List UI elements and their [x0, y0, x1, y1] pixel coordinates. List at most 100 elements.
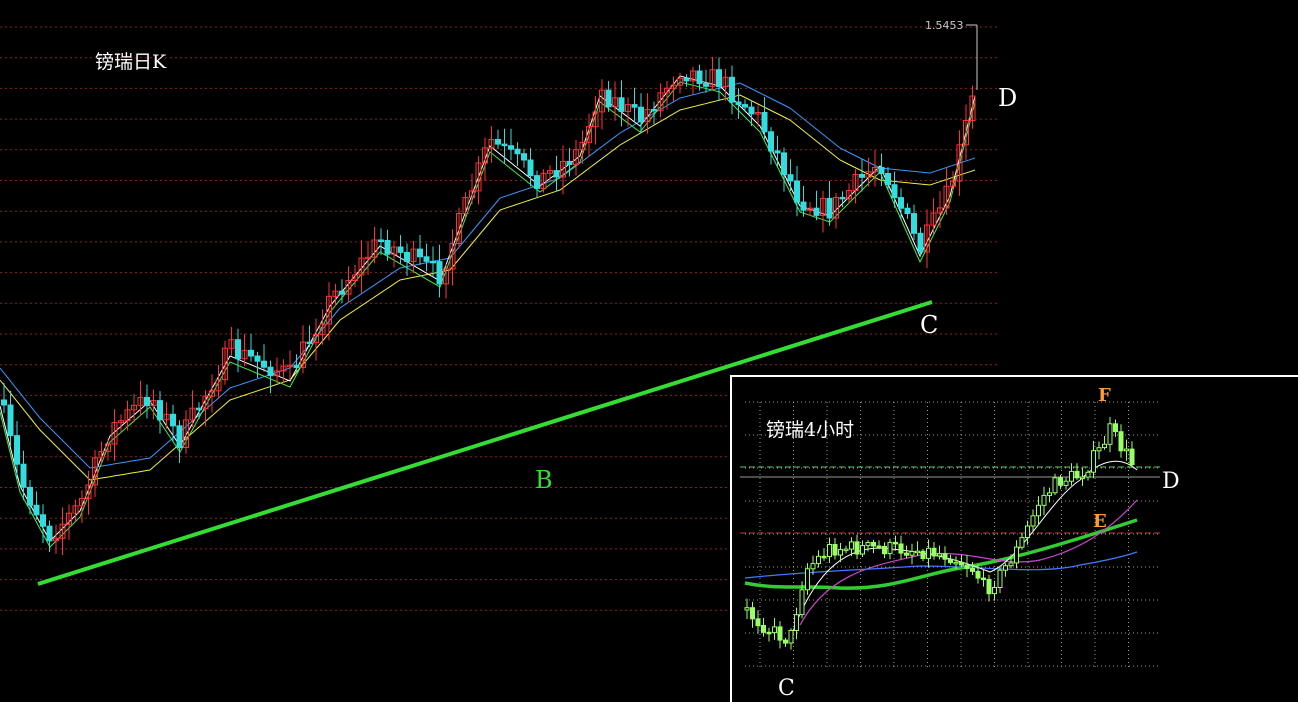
inset-label-F: F	[1098, 385, 1111, 406]
inset-candle-body	[777, 626, 783, 641]
candle-body	[254, 355, 261, 362]
candle-body	[501, 143, 508, 147]
inset-candle-body	[761, 625, 766, 633]
candle-body	[384, 240, 391, 255]
inset-panel: 镑瑞4小时 F E D C	[730, 375, 1298, 702]
inset-candle-body	[981, 577, 986, 581]
inset-candle-body	[1118, 431, 1124, 452]
candle-body	[800, 201, 807, 211]
candle-body	[33, 504, 40, 516]
candle-body	[397, 246, 404, 253]
inset-label-E: E	[1093, 511, 1107, 532]
inset-candle-body	[975, 570, 981, 579]
candle-body	[859, 174, 865, 178]
candle-body	[306, 341, 313, 345]
main-title: 镑瑞日K	[95, 51, 167, 73]
candle-body	[911, 213, 917, 234]
inset-candle-body	[953, 561, 959, 565]
main-label-D: D	[998, 84, 1017, 112]
candle-body	[774, 150, 781, 154]
candle-body	[248, 349, 254, 357]
inset-candle-body	[799, 589, 805, 616]
candle-body	[898, 197, 904, 209]
candle-body	[527, 159, 534, 177]
inset-candle-body	[794, 614, 799, 632]
candle-body	[729, 76, 735, 103]
candle-body	[423, 256, 430, 262]
inset-candle-body	[909, 551, 915, 556]
inset-candle-body	[1014, 546, 1019, 564]
inset-candle-body	[860, 545, 865, 555]
inset-candle-body	[788, 630, 794, 644]
inset-candle-body	[997, 569, 1003, 589]
inset-candle-body	[1052, 477, 1058, 494]
candle-body	[534, 175, 540, 189]
candle-body	[605, 89, 612, 108]
inset-label-C: C	[778, 676, 795, 701]
candle-body	[339, 290, 345, 295]
inset-candle-body	[1091, 450, 1096, 473]
inset-candle-body	[942, 553, 948, 560]
candle-body	[839, 196, 846, 200]
candle-body	[761, 112, 768, 133]
inset-candle-body	[827, 544, 832, 557]
inset-candle-body	[1036, 504, 1041, 517]
chart-stage: 镑瑞日K 1.5453 D C B 镑瑞4小时 F E D C	[0, 0, 1298, 702]
candle-body	[196, 407, 202, 411]
inset-candle-body	[1107, 423, 1113, 445]
inset-candle-body	[926, 547, 931, 559]
candle-body	[157, 400, 163, 421]
inset-candle-body	[849, 541, 854, 550]
inset-candle-body	[750, 607, 755, 620]
inset-candle-body	[876, 545, 882, 548]
candle-body	[1, 399, 7, 406]
inset-candle-body	[893, 541, 898, 545]
inset-candle-body	[898, 543, 904, 554]
candle-body	[651, 108, 657, 112]
candle-body	[495, 139, 501, 145]
candle-body	[46, 525, 53, 542]
candle-body	[417, 248, 423, 258]
inset-candle-body	[915, 550, 920, 554]
inset-candle-body	[1069, 470, 1074, 482]
inset-candle-body	[970, 568, 975, 572]
inset-candle-body	[871, 542, 876, 547]
inset-candle-body	[887, 541, 893, 555]
candle-body	[293, 364, 300, 369]
candle-body	[436, 261, 443, 285]
inset-candle-body	[992, 587, 997, 595]
inset-candle-body	[865, 542, 871, 547]
inset-candle-body	[959, 561, 964, 566]
inset-candle-body	[1041, 494, 1047, 506]
candle-body	[826, 197, 833, 219]
main-label-C: C	[920, 311, 938, 339]
inset-candle-body	[937, 553, 942, 557]
candle-body	[235, 339, 241, 360]
inset-candle-body	[882, 546, 887, 555]
main-label-B: B	[535, 466, 553, 494]
inset-candle-body	[948, 558, 953, 564]
candle-body	[40, 514, 46, 527]
price-label: 1.5453	[925, 19, 964, 32]
candle-body	[430, 260, 436, 264]
inset-candle-body	[783, 639, 788, 644]
candle-body	[514, 148, 521, 155]
inset-candle-body	[931, 547, 937, 557]
candle-body	[748, 106, 755, 115]
inset-candle-body	[1030, 515, 1036, 527]
inset-candle-body	[1025, 525, 1030, 538]
chart-canvas: 镑瑞日K 1.5453 D C B 镑瑞4小时 F E D C	[0, 19, 1298, 702]
inset-candle-body	[1113, 423, 1118, 433]
inset-candle-body	[920, 550, 926, 560]
candle-body	[917, 232, 924, 253]
inset-candle-body	[1074, 470, 1080, 479]
candle-body	[378, 239, 384, 242]
inset-label-D: D	[1162, 469, 1180, 494]
inset-candle-body	[1096, 447, 1102, 452]
inset-candle-body	[821, 555, 827, 559]
inset-candle-body	[772, 626, 777, 634]
inset-candle-body	[1129, 448, 1135, 466]
candle-body	[794, 180, 800, 203]
inset-title: 镑瑞4小时	[766, 419, 854, 441]
inset-candle-body	[810, 563, 816, 570]
